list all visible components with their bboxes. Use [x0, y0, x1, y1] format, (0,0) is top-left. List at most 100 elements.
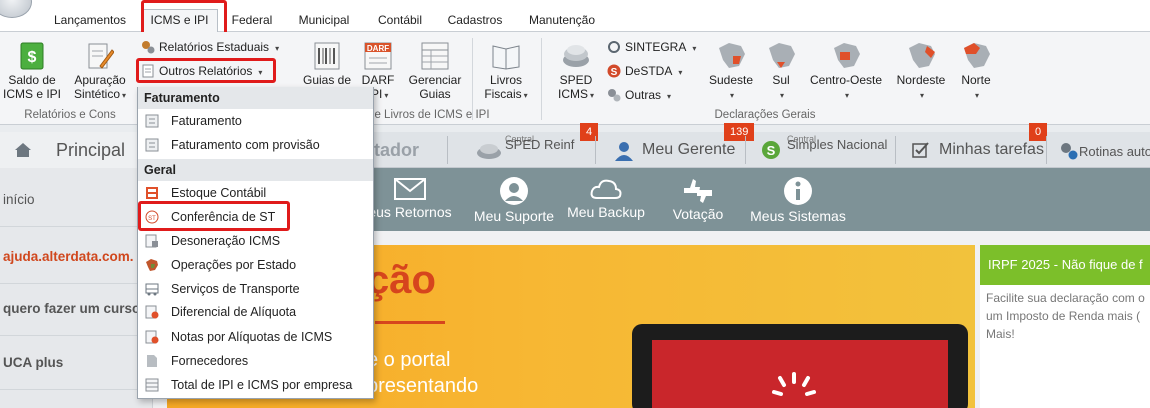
saldo-label-2: ICMS e IPI: [2, 87, 61, 101]
ribbon-separator: [472, 38, 473, 120]
guias-label: Guias de: [302, 73, 352, 87]
darf-doc-icon: DARF: [364, 42, 392, 70]
region-sudeste-button[interactable]: Sudeste ▾: [703, 40, 759, 103]
stock-boxes-icon: [146, 187, 158, 199]
menu-item-total-ipi-icms[interactable]: Total de IPI e ICMS por empresa: [138, 373, 373, 397]
menu-item-faturamento[interactable]: Faturamento: [138, 109, 373, 133]
sidebar-item-uca-plus[interactable]: UCA plus: [0, 336, 153, 390]
document-icon: [145, 234, 158, 248]
nav-meus-retornos-label: eus Retornos: [368, 204, 452, 220]
group-label-livros: e Livros de ICMS e IPI: [374, 109, 490, 121]
menu-item-notas-aliquotas-icms-label: Notas por Alíquotas de ICMS: [171, 330, 333, 344]
relatorios-estaduais-button[interactable]: Relatórios Estaduais ▾: [141, 38, 279, 56]
meu-gerente-label: Meu Gerente: [642, 141, 736, 158]
svg-text:$: $: [28, 49, 37, 66]
sintegra-label: SINTEGRA: [625, 40, 687, 54]
nav-meus-retornos[interactable]: eus Retornos: [366, 168, 454, 231]
menu-item-diferencial-aliquota-label: Diferencial de Alíquota: [171, 305, 297, 319]
gears-icon: [142, 41, 155, 54]
gerenciar-label-1: Gerenciar: [408, 73, 462, 87]
sidebar-item-curso[interactable]: quero fazer um curso: [0, 282, 153, 336]
nav-meu-suporte[interactable]: Meu Suporte: [471, 168, 557, 231]
banner-text-line-1: e o portal: [367, 349, 451, 371]
gerenciar-label-2: Guias: [419, 87, 451, 101]
menu-item-fornecedores[interactable]: Fornecedores: [138, 349, 373, 373]
menu-item-diferencial-aliquota[interactable]: Diferencial de Alíquota: [138, 300, 373, 324]
livros-fiscais-button[interactable]: Livros Fiscais ▾: [478, 42, 534, 103]
region-nordeste-button[interactable]: Nordeste ▾: [892, 40, 950, 103]
menu-item-fornecedores-label: Fornecedores: [171, 354, 249, 368]
destda-button[interactable]: S DeSTDA ▾: [607, 62, 682, 80]
app-menu-button[interactable]: [0, 0, 32, 18]
barcode-doc-icon: [314, 42, 340, 70]
group-label-relatorios: Relatórios e Cons: [24, 109, 116, 121]
tab-manutencao[interactable]: Manutenção: [522, 10, 602, 32]
menu-item-servicos-transporte[interactable]: Serviços de Transporte: [138, 277, 373, 301]
menu-item-servicos-transporte-label: Serviços de Transporte: [171, 282, 300, 296]
rotinas-label: Rotinas autom: [1079, 144, 1150, 159]
menu-item-operacoes-estado[interactable]: Operações por Estado: [138, 253, 373, 277]
region-centro-oeste-button[interactable]: Centro-Oeste ▾: [806, 40, 886, 103]
menu-item-faturamento-label: Faturamento: [171, 114, 242, 128]
menu-item-total-ipi-icms-label: Total de IPI e ICMS por empresa: [171, 378, 353, 392]
tab-municipal[interactable]: Municipal: [290, 10, 358, 32]
nav-meu-backup[interactable]: Meu Backup: [566, 168, 646, 231]
chevron-down-icon: ▾: [678, 68, 683, 77]
saldo-label-1: Saldo de: [8, 73, 56, 87]
region-sul-button[interactable]: Sul ▾: [762, 40, 800, 103]
bar-separator: [447, 136, 448, 164]
bar-separator: [895, 136, 896, 164]
outras-button[interactable]: Outras ▾: [607, 86, 671, 104]
svg-text:S: S: [611, 67, 618, 78]
principal-tab[interactable]: Principal: [0, 132, 148, 168]
document-percent-icon: [145, 330, 159, 344]
menu-item-estoque-contabil[interactable]: Estoque Contábil: [138, 181, 373, 205]
region-centro-oeste-label: Centro-Oeste: [809, 73, 883, 87]
sidebar-item-ajuda[interactable]: ajuda.alterdata.com.: [0, 230, 153, 284]
minhas-tarefas-badge: 0: [1029, 123, 1048, 141]
info-icon: [784, 177, 812, 205]
calculator-doc-icon: [145, 114, 159, 128]
apuracao-sintetico-button[interactable]: Apuração Sintético ▾: [68, 42, 132, 103]
loading-spinner-icon: [772, 372, 816, 396]
relatorios-estaduais-label: Relatórios Estaduais: [159, 40, 270, 54]
chevron-down-icon: ▾: [974, 91, 979, 100]
region-sudeste-label: Sudeste: [708, 73, 754, 87]
gerenciar-guias-button[interactable]: Gerenciar Guias: [404, 42, 466, 101]
region-sul-label: Sul: [772, 73, 790, 87]
chevron-down-icon: ▾: [779, 91, 784, 100]
menu-item-conferencia-st[interactable]: ST Conferência de ST: [138, 205, 373, 229]
region-norte-button[interactable]: Norte ▾: [956, 40, 996, 103]
outros-relatorios-button[interactable]: Outros Relatórios ▾: [141, 62, 262, 80]
sync-icon: [608, 41, 620, 53]
tab-federal[interactable]: Federal: [224, 10, 280, 32]
sped-icms-button[interactable]: SPED ICMS ▾: [551, 42, 601, 103]
destda-s-icon: S: [607, 64, 621, 78]
sped-logo-icon: [477, 144, 501, 159]
envelope-icon: [394, 178, 426, 200]
brazil-map-norte-icon: [964, 43, 990, 68]
guias-button[interactable]: Guias de: [300, 42, 354, 87]
menu-item-notas-aliquotas-icms[interactable]: Notas por Alíquotas de ICMS: [138, 325, 373, 349]
saldo-icms-ipi-button[interactable]: $ Saldo de ICMS e IPI: [2, 42, 62, 101]
open-book-icon: [492, 45, 520, 70]
contador-label[interactable]: tador: [374, 132, 419, 168]
destda-label: DeSTDA: [625, 64, 673, 78]
tab-cadastros[interactable]: Cadastros: [443, 10, 507, 32]
sidebar-item-inicio[interactable]: início: [0, 173, 153, 227]
chevron-down-icon: ▾: [667, 92, 672, 101]
tab-lancamentos[interactable]: Lançamentos: [48, 10, 132, 32]
tab-icms-ipi[interactable]: ICMS e IPI: [141, 9, 218, 33]
menu-item-desoneracao-icms[interactable]: Desoneração ICMS: [138, 229, 373, 253]
nav-meus-sistemas[interactable]: Meus Sistemas: [750, 168, 846, 231]
chevron-down-icon: ▾: [692, 44, 697, 53]
st-badge-icon: ST: [145, 210, 159, 224]
tab-contabil[interactable]: Contábil: [370, 10, 430, 32]
nav-votacao[interactable]: Votação: [668, 168, 728, 231]
bar-separator: [1046, 136, 1047, 164]
nav-meu-suporte-label: Meu Suporte: [473, 208, 555, 224]
menu-item-faturamento-provisao[interactable]: Faturamento com provisão: [138, 133, 373, 157]
chevron-down-icon: ▾: [258, 68, 263, 77]
simples-label: Simples Nacional: [787, 137, 888, 152]
sintegra-button[interactable]: SINTEGRA ▾: [607, 38, 696, 56]
